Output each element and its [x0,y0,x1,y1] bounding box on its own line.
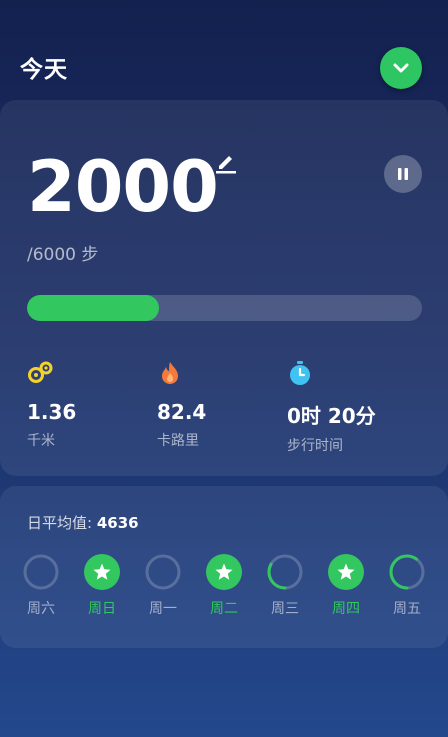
calories-stat: 82.4 卡路里 [157,360,206,450]
day-label: 周三 [271,601,299,617]
header: 今天 [0,0,448,100]
day-progress-ring [267,554,303,590]
page-title: 今天 [20,57,68,83]
star-icon [206,554,242,590]
calories-label: 卡路里 [157,433,199,449]
day-label: 周二 [210,601,238,617]
distance-label: 千米 [27,433,55,449]
day-item[interactable]: 周日 [77,554,127,618]
distance-value: 1.36 [27,400,77,424]
distance-icon [28,361,53,383]
walking-time-value: 0时 20分 [287,404,376,428]
step-goal: /6000 步 [27,245,99,265]
pause-button[interactable] [384,155,422,193]
timer-icon [290,361,310,385]
day-label: 周一 [149,601,177,617]
daily-average: 日平均值: 4636 [27,512,139,533]
distance-stat: 1.36 千米 [27,360,76,450]
flame-icon [162,362,178,384]
walking-time-label: 步行时间 [287,438,343,454]
day-item[interactable]: 周五 [382,554,432,618]
day-label: 周日 [88,601,116,617]
day-item[interactable]: 周三 [260,554,310,618]
day-item[interactable]: 周四 [321,554,371,618]
day-label: 周六 [27,601,55,617]
day-progress-ring [145,554,181,590]
today-card: 2000 /6000 步 1.36 千米 82.4 卡路里 0时 20分 步行时… [0,100,448,476]
day-item[interactable]: 周一 [138,554,188,618]
day-progress-ring [389,554,425,590]
calories-value: 82.4 [157,400,207,424]
day-label: 周四 [332,601,360,617]
weekly-card: 日平均值: 4636 周六 周日 周一 周二 周三 周四 周五 [0,486,448,648]
daily-average-value: 4636 [96,514,139,532]
step-progress-bar [27,295,422,321]
star-icon [328,554,364,590]
day-label: 周五 [393,601,421,617]
day-item[interactable]: 周六 [16,554,66,618]
step-progress-fill [27,295,159,321]
day-item[interactable]: 周二 [199,554,249,618]
pause-icon [398,168,408,180]
walking-time-stat: 0时 20分 步行时间 [287,360,376,455]
chevron-down-icon [393,63,409,73]
daily-average-label: 日平均值: [27,514,93,532]
edit-icon[interactable] [213,148,239,174]
confirm-button[interactable] [380,47,422,89]
star-icon [84,554,120,590]
day-progress-ring [23,554,59,590]
step-count: 2000 [27,146,219,228]
